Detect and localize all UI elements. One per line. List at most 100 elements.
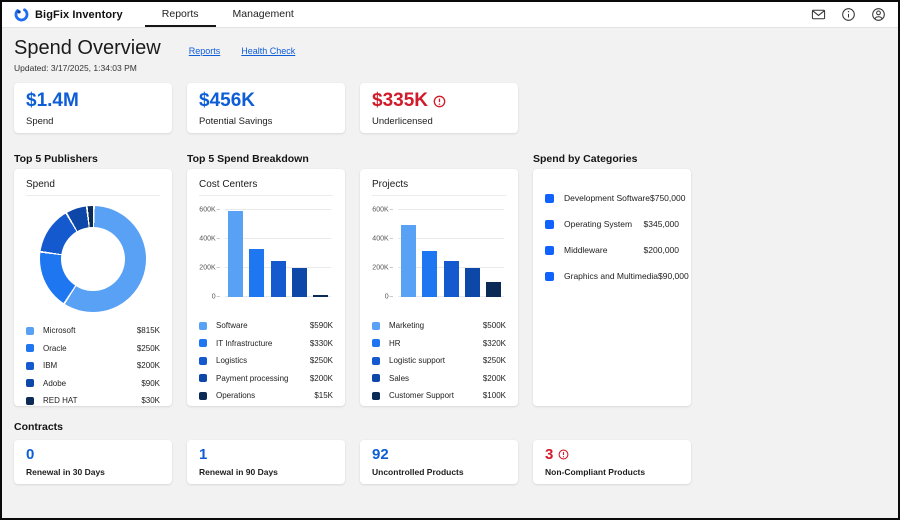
y-tick: 0 (372, 294, 393, 301)
legend-swatch (199, 339, 207, 347)
top-bar: BigFix Inventory Reports Management (2, 2, 898, 28)
bar-logistics (271, 261, 286, 297)
donut-chart (26, 196, 160, 320)
y-tick: 600K (372, 207, 393, 214)
kpi-row: $1.4M Spend $456K Potential Savings $335… (14, 83, 886, 133)
contract-value: 0 (26, 446, 160, 463)
bar-sales (465, 268, 480, 297)
legend-swatch (372, 322, 380, 330)
contract-label: Uncontrolled Products (372, 467, 506, 477)
bar-payment-processing (292, 268, 307, 297)
legend-value: $250K (483, 356, 506, 365)
category-label: Graphics and Multimedia (564, 271, 658, 281)
warning-icon (433, 95, 446, 108)
legend-label: Operations (216, 391, 314, 400)
legend-swatch (199, 357, 207, 365)
legend-label: Payment processing (216, 374, 310, 383)
donut-chart-title: Spend (26, 179, 160, 196)
legend-value: $815K (137, 326, 160, 335)
cost-centers-card: Cost Centers 0 200K 400K 600K (187, 169, 345, 406)
contract-card-renewal-30[interactable]: 0 Renewal in 30 Days (14, 440, 172, 484)
contract-value: 3 (545, 446, 679, 463)
topbar-icons (811, 2, 886, 27)
y-tick: 600K (199, 207, 220, 214)
category-value: $200,000 (644, 245, 679, 255)
kpi-value-potential-savings: $456K (199, 90, 333, 112)
tab-management[interactable]: Management (216, 2, 311, 27)
kpi-card-potential-savings[interactable]: $456K Potential Savings (187, 83, 345, 133)
mail-icon[interactable] (811, 7, 826, 22)
category-swatch (545, 246, 554, 255)
legend-swatch (26, 397, 34, 405)
legend-label: Sales (389, 374, 483, 383)
contract-card-renewal-90[interactable]: 1 Renewal in 90 Days (187, 440, 345, 484)
bar-software (228, 211, 243, 297)
contract-label: Renewal in 90 Days (199, 467, 333, 477)
legend-item: IBM $200K (26, 357, 160, 375)
updated-timestamp: Updated: 3/17/2025, 1:34:03 PM (14, 63, 886, 73)
contract-card-uncontrolled-products[interactable]: 92 Uncontrolled Products (360, 440, 518, 484)
tab-reports[interactable]: Reports (145, 2, 216, 27)
bigfix-logo-icon (14, 7, 29, 22)
legend-item: Adobe $90K (26, 375, 160, 393)
kpi-value-underlicensed: $335K (372, 90, 506, 112)
publishers-legend: Microsoft $815K Oracle $250K IBM $200K (26, 322, 160, 410)
legend-swatch (372, 357, 380, 365)
category-swatch (545, 220, 554, 229)
legend-value: $250K (310, 356, 333, 365)
publishers-spend-card: Spend Microsoft $815K Oracle $250K (14, 169, 172, 406)
health-check-link[interactable]: Health Check (241, 46, 295, 56)
legend-value: $200K (137, 361, 160, 370)
category-swatch (545, 272, 554, 281)
kpi-label-potential-savings: Potential Savings (199, 116, 333, 127)
spend-by-categories-card: Development Software $750,000 Operating … (533, 169, 691, 406)
legend-item: IT Infrastructure $330K (199, 335, 333, 353)
legend-item: Microsoft $815K (26, 322, 160, 340)
legend-value: $90K (141, 379, 160, 388)
legend-label: Customer Support (389, 391, 483, 400)
legend-swatch (199, 374, 207, 382)
legend-item: Logistic support $250K (372, 352, 506, 370)
y-tick: 200K (372, 265, 393, 272)
kpi-label-underlicensed: Underlicensed (372, 116, 506, 127)
kpi-card-spend[interactable]: $1.4M Spend (14, 83, 172, 133)
bar-customer-support (486, 282, 501, 297)
legend-label: Oracle (43, 344, 137, 353)
legend-swatch (26, 327, 34, 335)
warning-icon (558, 449, 569, 460)
legend-label: RED HAT (43, 396, 141, 405)
legend-value: $15K (314, 391, 333, 400)
legend-value: $200K (483, 374, 506, 383)
kpi-card-underlicensed[interactable]: $335K Underlicensed (360, 83, 518, 133)
reports-link[interactable]: Reports (189, 46, 221, 56)
category-label: Middleware (564, 245, 644, 255)
legend-swatch (26, 362, 34, 370)
y-tick: 0 (199, 294, 220, 301)
legend-value: $30K (141, 396, 160, 405)
contract-value: 92 (372, 446, 506, 463)
section-title-spacer (360, 153, 518, 165)
section-title-top5-spend-breakdown: Top 5 Spend Breakdown (187, 153, 345, 165)
charts-row: Spend Microsoft $815K Oracle $250K (14, 169, 886, 406)
info-icon[interactable] (841, 7, 856, 22)
legend-value: $250K (137, 344, 160, 353)
legend-item: Logistics $250K (199, 352, 333, 370)
contract-card-non-compliant[interactable]: 3 Non-Compliant Products (533, 440, 691, 484)
legend-value: $100K (483, 391, 506, 400)
legend-item: Sales $200K (372, 370, 506, 388)
legend-value: $330K (310, 339, 333, 348)
cost-centers-bar-chart: 0 200K 400K 600K (199, 202, 333, 310)
section-titles: Top 5 Publishers Top 5 Spend Breakdown S… (14, 153, 886, 165)
kpi-label-spend: Spend (26, 116, 160, 127)
user-icon[interactable] (871, 7, 886, 22)
page-header: Spend Overview Reports Health Check (14, 28, 886, 60)
section-title-contracts: Contracts (14, 421, 886, 433)
legend-label: Adobe (43, 379, 141, 388)
cost-centers-legend: Software $590K IT Infrastructure $330K L… (199, 317, 333, 405)
legend-value: $500K (483, 321, 506, 330)
contract-value: 1 (199, 446, 333, 463)
header-links: Reports Health Check (189, 46, 296, 56)
bar-operations (313, 295, 328, 297)
category-value: $90,000 (658, 271, 689, 281)
category-item: Middleware $200,000 (545, 237, 679, 263)
